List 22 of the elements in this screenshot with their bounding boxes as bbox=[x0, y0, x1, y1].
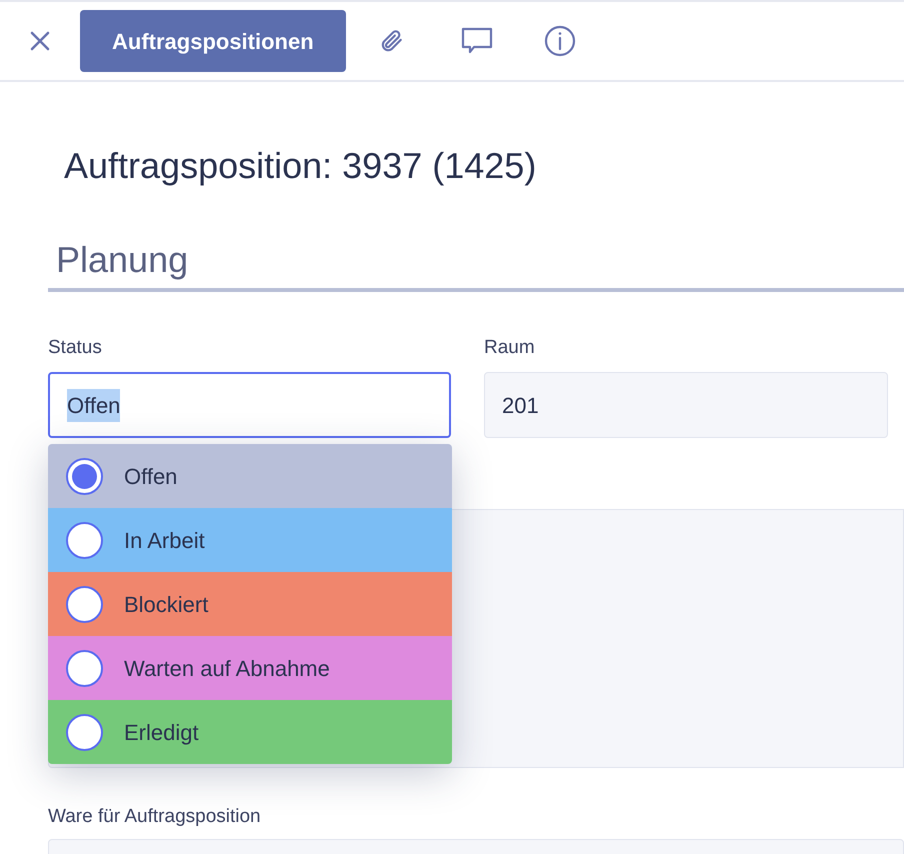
info-button[interactable] bbox=[542, 24, 577, 58]
status-option[interactable]: Erledigt bbox=[48, 700, 452, 764]
page-title: Auftragsposition: 3937 (1425) bbox=[64, 144, 536, 188]
section-heading: Planung bbox=[56, 238, 188, 282]
radio-button bbox=[66, 586, 103, 622]
speech-bubble-icon bbox=[460, 27, 493, 55]
close-icon bbox=[29, 30, 51, 52]
radio-button bbox=[66, 522, 103, 558]
status-option[interactable]: In Arbeit bbox=[48, 508, 452, 572]
info-icon bbox=[544, 25, 576, 57]
field-label: Ware für Auftragsposition bbox=[48, 805, 261, 829]
status-field[interactable]: Offen bbox=[48, 372, 451, 438]
room-field[interactable]: 201 bbox=[484, 372, 888, 438]
field-label: Raum bbox=[484, 336, 535, 360]
tab-button[interactable]: Auftragspositionen bbox=[80, 10, 346, 72]
status-option[interactable]: Offen bbox=[48, 444, 452, 508]
status-option[interactable]: Warten auf Abnahme bbox=[48, 636, 452, 700]
radio-button bbox=[66, 458, 103, 494]
radio-button bbox=[66, 714, 103, 750]
radio-button bbox=[66, 650, 103, 686]
status-option[interactable]: Blockiert bbox=[48, 572, 452, 636]
field-label: Status bbox=[48, 336, 102, 360]
